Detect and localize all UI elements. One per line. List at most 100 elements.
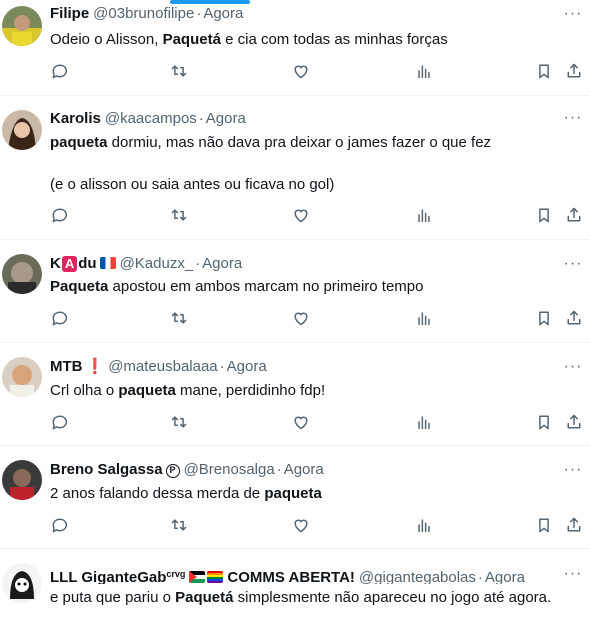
handle[interactable]: @03brunofilipe <box>93 5 194 22</box>
retweet-icon[interactable] <box>170 309 192 331</box>
exclamation-icon: ❗ <box>85 358 105 375</box>
tweet-text: paqueta dormiu, mas não dava pra deixar … <box>50 132 580 153</box>
tweet-text-line2: (e o alisson ou saia antes ou ficava no … <box>50 176 335 193</box>
retweet-icon[interactable] <box>170 206 192 228</box>
action-bar <box>50 516 590 538</box>
text-span: dormiu, mas não dava pra deixar o james … <box>107 134 492 151</box>
text-highlight: Paquetá <box>162 31 221 48</box>
display-name[interactable]: Karolis <box>50 110 101 127</box>
timestamp[interactable]: Agora <box>485 569 525 584</box>
more-icon[interactable]: ··· <box>562 359 584 381</box>
separator: · <box>276 461 282 478</box>
action-bar <box>50 206 590 228</box>
text-span: Crl olha o <box>50 382 119 399</box>
bookmark-icon[interactable] <box>535 206 557 228</box>
text-highlight: paqueta <box>118 382 176 399</box>
reply-icon[interactable] <box>50 413 72 435</box>
tweet[interactable]: Filipe @03brunofilipe · Agora ··· Odeio o A… <box>0 0 590 96</box>
reply-icon[interactable] <box>50 309 72 331</box>
bookmark-icon[interactable] <box>535 309 557 331</box>
avatar[interactable] <box>2 563 42 603</box>
tweet[interactable]: K Adu @Kaduzx_ · Agora ··· Paqueta apostou e… <box>0 240 590 343</box>
tweet[interactable]: MTB ❗ @mateusbalaaa · Agora ··· Crl olha o p… <box>0 343 590 446</box>
display-name[interactable]: Filipe <box>50 5 89 22</box>
retweet-icon[interactable] <box>170 62 192 84</box>
text-highlight: Paqueta <box>50 278 109 295</box>
views-icon[interactable] <box>415 62 437 84</box>
like-icon[interactable] <box>292 309 314 331</box>
like-icon[interactable] <box>292 206 314 228</box>
bookmark-icon[interactable] <box>535 516 557 538</box>
more-icon[interactable]: ··· <box>562 566 584 588</box>
name-part: du <box>78 255 97 272</box>
name-superscript: crvg <box>166 569 186 579</box>
tweet-text: Paqueta apostou em ambos marcam no prime… <box>50 276 580 297</box>
bookmark-icon[interactable] <box>535 413 557 435</box>
views-icon[interactable] <box>415 516 437 538</box>
handle[interactable]: @gigantegabolas <box>359 569 476 584</box>
text-span: simplesmente não apareceu no jogo até ag… <box>233 589 552 606</box>
separator: · <box>196 5 202 22</box>
timestamp[interactable]: Agora <box>284 461 324 478</box>
views-icon[interactable] <box>415 413 437 435</box>
tweet[interactable]: Karolis @kaacampos · Agora ··· paqueta dorm… <box>0 96 590 240</box>
avatar[interactable] <box>2 6 42 46</box>
tweet-header: K Adu @Kaduzx_ · Agora <box>50 254 550 274</box>
handle[interactable]: @Kaduzx_ <box>120 255 194 272</box>
views-icon[interactable] <box>415 206 437 228</box>
text-span: 2 anos falando dessa merda de <box>50 485 265 502</box>
share-icon[interactable] <box>565 516 587 538</box>
france-flag-icon <box>99 257 116 269</box>
reply-icon[interactable] <box>50 62 72 84</box>
text-highlight: paqueta <box>50 134 108 151</box>
pride-flag-icon <box>207 571 224 583</box>
avatar[interactable] <box>2 254 42 294</box>
like-icon[interactable] <box>292 413 314 435</box>
text-span: mane, perdidinho fdp! <box>175 382 326 399</box>
tweet-text: e puta que pariu o Paquetá simplesmente … <box>50 587 580 608</box>
tweet-header: Filipe @03brunofilipe · Agora <box>50 4 550 24</box>
action-bar <box>50 309 590 331</box>
more-icon[interactable]: ··· <box>562 6 584 28</box>
timestamp[interactable]: Agora <box>202 255 242 272</box>
share-icon[interactable] <box>565 309 587 331</box>
bookmark-icon[interactable] <box>535 62 557 84</box>
more-icon[interactable]: ··· <box>562 256 584 278</box>
share-icon[interactable] <box>565 413 587 435</box>
handle[interactable]: @Brenosalga <box>184 461 275 478</box>
tweet[interactable]: LLL GiganteGabcrvg COMMS ABERTA! @giganteg… <box>0 549 590 620</box>
views-icon[interactable] <box>415 309 437 331</box>
tweet-text: Crl olha o paqueta mane, perdidinho fdp! <box>50 380 580 401</box>
share-icon[interactable] <box>565 206 587 228</box>
timestamp[interactable]: Agora <box>227 358 267 375</box>
display-name[interactable]: Breno Salgassa <box>50 461 163 478</box>
text-span: apostou em ambos marcam no primeiro temp… <box>108 278 424 295</box>
tweet-header: MTB ❗ @mateusbalaaa · Agora <box>50 357 550 377</box>
more-icon[interactable]: ··· <box>562 110 584 132</box>
action-bar <box>50 413 590 435</box>
share-icon[interactable] <box>565 62 587 84</box>
reply-icon[interactable] <box>50 206 72 228</box>
avatar[interactable] <box>2 357 42 397</box>
timestamp[interactable]: Agora <box>206 110 246 127</box>
display-name[interactable]: LLL GiganteGabcrvg COMMS ABERTA! <box>50 569 355 584</box>
timestamp[interactable]: Agora <box>203 5 243 22</box>
retweet-icon[interactable] <box>170 516 192 538</box>
handle[interactable]: @mateusbalaaa <box>108 358 217 375</box>
display-name[interactable]: MTB <box>50 358 83 375</box>
tweet-header: LLL GiganteGabcrvg COMMS ABERTA! @giganteg… <box>50 564 556 584</box>
like-icon[interactable] <box>292 62 314 84</box>
display-name[interactable]: K Adu <box>50 255 116 272</box>
retweet-icon[interactable] <box>170 413 192 435</box>
tweet[interactable]: Breno Salgassa P @Brenosalga · Agora ··· 2 a… <box>0 446 590 549</box>
like-icon[interactable] <box>292 516 314 538</box>
avatar[interactable] <box>2 460 42 500</box>
more-icon[interactable]: ··· <box>562 462 584 484</box>
avatar[interactable] <box>2 110 42 150</box>
text-span: e cia com todas as minhas forças <box>220 31 448 48</box>
name-part: K <box>50 255 61 272</box>
separator: · <box>219 358 225 375</box>
tweet-header: Karolis @kaacampos · Agora <box>50 109 550 129</box>
handle[interactable]: @kaacampos <box>105 110 197 127</box>
reply-icon[interactable] <box>50 516 72 538</box>
